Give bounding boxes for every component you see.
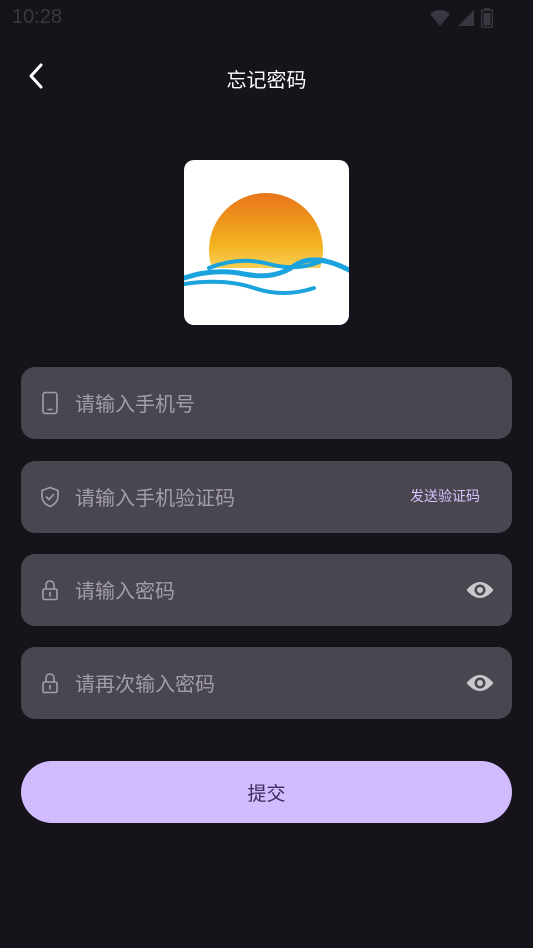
verification-code-field: 发送验证码 bbox=[21, 461, 512, 535]
verification-code-input[interactable] bbox=[73, 461, 397, 535]
submit-button[interactable]: 提交 bbox=[21, 761, 512, 823]
battery-icon bbox=[481, 8, 493, 28]
password-field bbox=[21, 554, 512, 628]
status-icons bbox=[429, 8, 493, 28]
send-code-button[interactable]: 发送验证码 bbox=[410, 461, 480, 533]
lock-icon bbox=[39, 578, 61, 602]
eye-icon[interactable] bbox=[464, 574, 496, 606]
phone-input[interactable] bbox=[73, 367, 397, 441]
page-title: 忘记密码 bbox=[226, 68, 307, 92]
header: 忘记密码 bbox=[0, 50, 533, 106]
sunset-waves-logo bbox=[184, 193, 349, 295]
shield-icon bbox=[39, 485, 61, 509]
app-logo bbox=[184, 160, 349, 325]
status-bar: 10:28 bbox=[0, 0, 533, 36]
confirm-password-field bbox=[21, 647, 512, 721]
phone-icon bbox=[39, 391, 61, 415]
signal-icon bbox=[457, 9, 475, 27]
wifi-icon bbox=[429, 9, 451, 27]
password-input[interactable] bbox=[73, 554, 397, 628]
confirm-password-input[interactable] bbox=[73, 647, 397, 721]
phone-field bbox=[21, 367, 512, 441]
lock-icon bbox=[39, 671, 61, 695]
eye-icon[interactable] bbox=[464, 667, 496, 699]
status-time: 10:28 bbox=[12, 6, 63, 28]
